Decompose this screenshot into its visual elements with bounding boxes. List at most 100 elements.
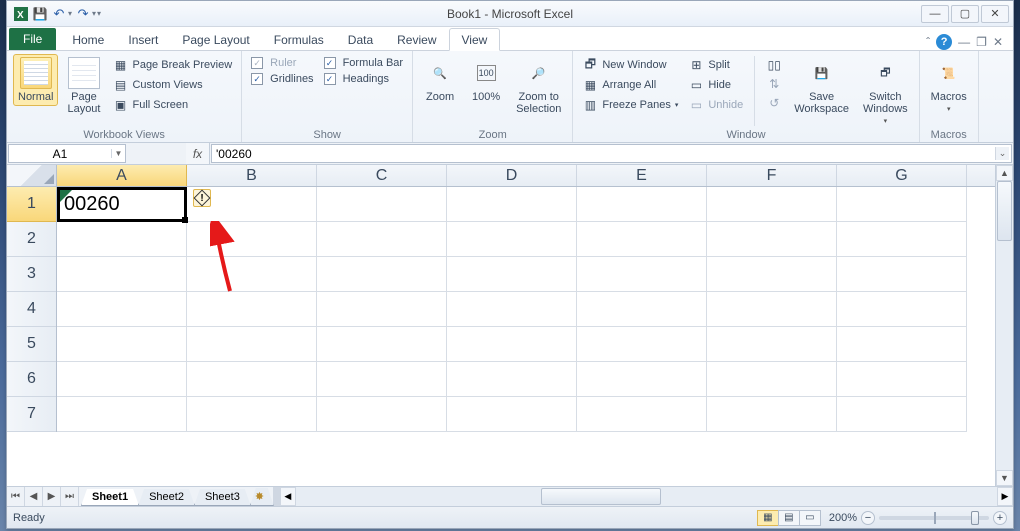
- full-screen-button[interactable]: ▣Full Screen: [109, 96, 235, 114]
- view-page-break-icon[interactable]: ▭: [799, 510, 821, 526]
- maximize-button[interactable]: ▢: [951, 5, 979, 23]
- split-button[interactable]: ⊞Split: [685, 56, 746, 74]
- qat-customize-icon[interactable]: ▾: [97, 9, 101, 18]
- sheet-tab-3[interactable]: Sheet3: [194, 489, 251, 506]
- sheet-nav-prev-icon[interactable]: ◀: [25, 487, 43, 506]
- new-sheet-button[interactable]: ✸: [250, 488, 274, 506]
- scroll-up-icon[interactable]: ▲: [996, 165, 1013, 181]
- view-page-layout-icon[interactable]: ▤: [778, 510, 800, 526]
- col-header-f[interactable]: F: [707, 165, 837, 186]
- page-layout-view-button[interactable]: Page Layout: [62, 54, 105, 118]
- tab-page-layout[interactable]: Page Layout: [170, 29, 261, 50]
- custom-views-button[interactable]: ▤Custom Views: [109, 76, 235, 94]
- sheet-nav-last-icon[interactable]: ⏭: [61, 487, 79, 506]
- new-window-button[interactable]: 🗗New Window: [579, 56, 681, 74]
- group-macros: 📜Macros▾ Macros: [920, 51, 979, 142]
- view-side-by-side-button[interactable]: ▯▯: [763, 56, 785, 74]
- group-zoom: 🔍Zoom 100100% 🔎Zoom to Selection Zoom: [413, 51, 573, 142]
- zoom-to-selection-button[interactable]: 🔎Zoom to Selection: [511, 54, 566, 118]
- row-header-1[interactable]: 1: [7, 187, 56, 222]
- view-normal-icon[interactable]: ▦: [757, 510, 779, 526]
- tab-data[interactable]: Data: [336, 29, 385, 50]
- sheet-tab-2[interactable]: Sheet2: [138, 489, 195, 506]
- workbook-close-icon[interactable]: ✕: [993, 35, 1003, 49]
- row-header-4[interactable]: 4: [7, 292, 56, 327]
- row-header-2[interactable]: 2: [7, 222, 56, 257]
- save-icon[interactable]: 💾: [32, 6, 48, 22]
- zoom-slider-knob[interactable]: [971, 511, 979, 525]
- active-cell[interactable]: 00260: [57, 187, 187, 222]
- col-header-g[interactable]: G: [837, 165, 967, 186]
- row-header-6[interactable]: 6: [7, 362, 56, 397]
- zoom-level[interactable]: 200%: [829, 512, 857, 524]
- row-header-7[interactable]: 7: [7, 397, 56, 432]
- unhide-button[interactable]: ▭Unhide: [685, 96, 746, 114]
- formula-bar-checkbox[interactable]: Formula Bar: [321, 56, 407, 70]
- vertical-scrollbar[interactable]: ▲ ▼: [995, 165, 1013, 486]
- cells-grid[interactable]: 00260 !: [57, 187, 995, 432]
- row-header-5[interactable]: 5: [7, 327, 56, 362]
- zoom-slider[interactable]: [879, 516, 989, 520]
- arrange-all-button[interactable]: ▦Arrange All: [579, 76, 681, 94]
- window-title: Book1 - Microsoft Excel: [7, 7, 1013, 21]
- select-all-corner[interactable]: [7, 165, 57, 186]
- scroll-right-icon[interactable]: ▶: [997, 487, 1013, 506]
- svg-text:X: X: [17, 10, 24, 21]
- save-workspace-button[interactable]: 💾Save Workspace: [789, 54, 854, 118]
- scroll-down-icon[interactable]: ▼: [996, 470, 1013, 486]
- gridlines-checkbox[interactable]: Gridlines: [248, 72, 316, 86]
- close-button[interactable]: ✕: [981, 5, 1009, 23]
- col-header-b[interactable]: B: [187, 165, 317, 186]
- name-box[interactable]: A1▼: [8, 144, 126, 163]
- col-header-a[interactable]: A: [57, 165, 187, 186]
- tab-formulas[interactable]: Formulas: [262, 29, 336, 50]
- col-header-d[interactable]: D: [447, 165, 577, 186]
- formula-input[interactable]: '00260⌄: [211, 144, 1012, 163]
- sheet-nav-first-icon[interactable]: ⏮: [7, 487, 25, 506]
- minimize-button[interactable]: —: [921, 5, 949, 23]
- sync-scroll-button[interactable]: ⇅: [763, 75, 785, 93]
- macros-button[interactable]: 📜Macros▾: [926, 54, 972, 116]
- group-window: 🗗New Window ▦Arrange All ▥Freeze Panes ▾…: [573, 51, 919, 142]
- sheet-tab-1[interactable]: Sheet1: [81, 489, 139, 506]
- fx-button[interactable]: fx: [186, 143, 210, 164]
- quick-access-toolbar: X 💾 ↶▾ ↷▾ ▾: [7, 6, 107, 22]
- hide-button[interactable]: ▭Hide: [685, 76, 746, 94]
- reset-position-button[interactable]: ↺: [763, 94, 785, 112]
- workbook-minimize-icon[interactable]: —: [958, 35, 970, 49]
- column-headers: A B C D E F G: [7, 165, 995, 187]
- error-trace-button[interactable]: !: [193, 189, 211, 207]
- workbook-restore-icon[interactable]: ❐: [976, 35, 987, 49]
- zoom-100-button[interactable]: 100100%: [465, 54, 507, 106]
- help-icon[interactable]: ?: [936, 34, 952, 50]
- scroll-left-icon[interactable]: ◀: [280, 487, 296, 506]
- switch-windows-button[interactable]: 🗗Switch Windows▾: [858, 54, 913, 128]
- normal-view-button[interactable]: Normal: [13, 54, 58, 106]
- zoom-out-button[interactable]: −: [861, 511, 875, 525]
- col-header-e[interactable]: E: [577, 165, 707, 186]
- horizontal-scrollbar[interactable]: ◀ ▶: [273, 487, 1013, 506]
- ruler-checkbox[interactable]: Ruler: [248, 56, 316, 70]
- status-ready: Ready: [13, 512, 45, 524]
- tab-file[interactable]: File: [9, 28, 56, 50]
- zoom-button[interactable]: 🔍Zoom: [419, 54, 461, 106]
- tab-home[interactable]: Home: [60, 29, 116, 50]
- minimize-ribbon-icon[interactable]: ˆ: [926, 35, 930, 49]
- redo-icon[interactable]: ↷: [75, 6, 91, 22]
- tab-view[interactable]: View: [449, 28, 501, 51]
- expand-formula-bar-icon[interactable]: ⌄: [995, 147, 1009, 160]
- title-bar: X 💾 ↶▾ ↷▾ ▾ Book1 - Microsoft Excel — ▢ …: [7, 1, 1013, 27]
- hscroll-thumb[interactable]: [541, 488, 661, 505]
- page-break-preview-button[interactable]: ▦Page Break Preview: [109, 56, 235, 74]
- vscroll-thumb[interactable]: [997, 181, 1012, 241]
- freeze-panes-button[interactable]: ▥Freeze Panes ▾: [579, 96, 681, 114]
- row-header-3[interactable]: 3: [7, 257, 56, 292]
- tab-insert[interactable]: Insert: [116, 29, 170, 50]
- headings-checkbox[interactable]: Headings: [321, 72, 407, 86]
- ribbon: Normal Page Layout ▦Page Break Preview ▤…: [7, 51, 1013, 143]
- sheet-nav-next-icon[interactable]: ▶: [43, 487, 61, 506]
- col-header-c[interactable]: C: [317, 165, 447, 186]
- zoom-in-button[interactable]: +: [993, 511, 1007, 525]
- undo-icon[interactable]: ↶: [51, 6, 67, 22]
- tab-review[interactable]: Review: [385, 29, 448, 50]
